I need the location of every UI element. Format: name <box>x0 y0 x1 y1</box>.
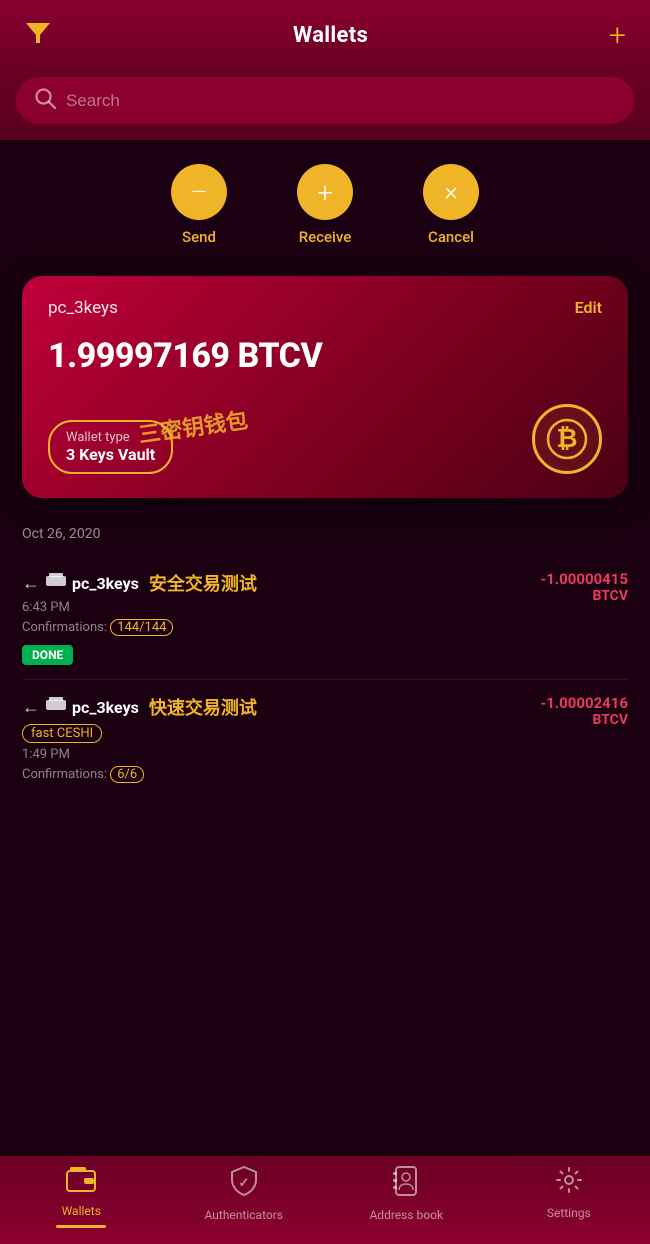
wallets-nav-underline <box>56 1225 106 1228</box>
tx-chinese-note-2: 快速交易测试 <box>149 694 257 720</box>
addressbook-nav-icon <box>393 1166 419 1203</box>
tx-wallet-icon-2 <box>46 697 66 718</box>
table-row[interactable]: ← pc_3keys 安全交易测试 6:43 PM Confirmations:… <box>22 556 628 680</box>
settings-nav-icon <box>555 1166 583 1201</box>
svg-text:✓: ✓ <box>238 1176 249 1191</box>
wallet-card[interactable]: pc_3keys Edit 1.99997169 BTCV Wallet typ… <box>22 276 628 498</box>
authenticators-nav-icon: ✓ <box>230 1166 258 1203</box>
cancel-button[interactable]: × Cancel <box>423 164 479 246</box>
tx-amount-1: -1.00000415 BTCV <box>540 570 628 665</box>
search-input[interactable] <box>66 91 616 111</box>
tx-chinese-note-1: 安全交易测试 <box>149 570 257 596</box>
settings-nav-label: Settings <box>547 1206 591 1220</box>
page-title: Wallets <box>293 23 368 48</box>
action-row: − Send + Receive × Cancel <box>0 140 650 256</box>
wallets-nav-label: Wallets <box>62 1204 101 1218</box>
tx-time-2: 1:49 PM <box>22 747 530 762</box>
send-icon-circle: − <box>171 164 227 220</box>
tx-title-row-1: ← pc_3keys 安全交易测试 <box>22 570 530 596</box>
tx-badge-done-1: DONE <box>22 645 73 665</box>
tx-wallet-icon-1 <box>46 573 66 594</box>
bottom-navigation: Wallets ✓ Authenticators Address book <box>0 1156 650 1244</box>
tx-amount-value-2: -1.00002416 <box>540 694 628 712</box>
table-row[interactable]: ← pc_3keys 快速交易测试 fast CESHI 1:49 PM Con… <box>22 680 628 805</box>
search-bar <box>0 67 650 140</box>
nav-item-addressbook[interactable]: Address book <box>325 1166 488 1228</box>
send-button[interactable]: − Send <box>171 164 227 246</box>
tx-amount-currency-1: BTCV <box>540 588 628 604</box>
cancel-label: Cancel <box>428 228 474 246</box>
wallet-edit-button[interactable]: Edit <box>575 298 602 317</box>
transaction-section: Oct 26, 2020 ← pc_3keys 安全交易测试 6:43 PM C… <box>0 508 650 805</box>
wallet-watermark: 三密钥钱包 <box>136 403 249 450</box>
receive-icon-circle: + <box>297 164 353 220</box>
cancel-icon-circle: × <box>423 164 479 220</box>
tx-confirmations-1: Confirmations: 144/144 <box>22 619 530 636</box>
tx-amount-currency-2: BTCV <box>540 712 628 728</box>
tx-left-2: ← pc_3keys 快速交易测试 fast CESHI 1:49 PM Con… <box>22 694 530 791</box>
nav-item-settings[interactable]: Settings <box>488 1166 650 1228</box>
add-wallet-icon[interactable]: + <box>609 18 626 53</box>
search-input-wrap[interactable] <box>16 77 634 124</box>
tx-title-row-2: ← pc_3keys 快速交易测试 <box>22 694 530 720</box>
tx-wallet-name-1: pc_3keys <box>72 574 139 593</box>
nav-item-wallets[interactable]: Wallets <box>0 1166 163 1228</box>
wallet-card-footer: Wallet type 3 Keys Vault 三密钥钱包 ₿ <box>48 404 602 474</box>
authenticators-nav-label: Authenticators <box>205 1208 283 1222</box>
tx-amount-2: -1.00002416 BTCV <box>540 694 628 791</box>
tx-amount-value-1: -1.00000415 <box>540 570 628 588</box>
transaction-date: Oct 26, 2020 <box>22 526 628 542</box>
tx-conf-value-1: 144/144 <box>110 619 173 636</box>
tx-arrow-1: ← <box>22 573 40 594</box>
bitcoin-icon: ₿ <box>532 404 602 474</box>
tx-wallet-name-2: pc_3keys <box>72 698 139 717</box>
tx-left-1: ← pc_3keys 安全交易测试 6:43 PM Confirmations:… <box>22 570 530 665</box>
wallets-nav-icon <box>66 1166 96 1199</box>
wallet-name: pc_3keys <box>48 298 118 318</box>
svg-text:₿: ₿ <box>556 423 577 453</box>
tx-arrow-2: ← <box>22 697 40 718</box>
tx-time-1: 6:43 PM <box>22 600 530 615</box>
tx-badge-fast: fast CESHI <box>22 724 102 743</box>
receive-button[interactable]: + Receive <box>297 164 353 246</box>
send-label: Send <box>182 228 216 246</box>
nav-item-authenticators[interactable]: ✓ Authenticators <box>163 1166 326 1228</box>
search-icon <box>34 87 56 114</box>
filter-icon[interactable] <box>24 18 52 53</box>
wallet-card-header: pc_3keys Edit <box>48 298 602 318</box>
tx-confirmations-2: Confirmations: 6/6 <box>22 766 530 783</box>
addressbook-nav-label: Address book <box>369 1208 443 1222</box>
receive-label: Receive <box>299 228 352 246</box>
tx-conf-value-2: 6/6 <box>110 766 144 783</box>
wallet-balance: 1.99997169 BTCV <box>48 336 602 376</box>
app-header: Wallets + <box>0 0 650 67</box>
wallet-card-section: pc_3keys Edit 1.99997169 BTCV Wallet typ… <box>0 256 650 508</box>
